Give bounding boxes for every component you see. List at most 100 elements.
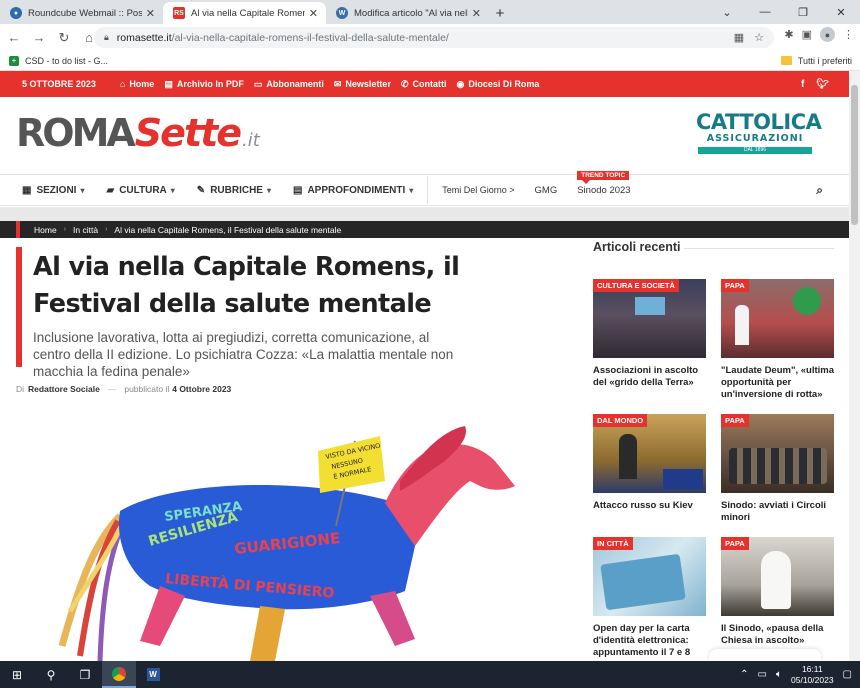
breadcrumb-current: Al via nella Capitale Romens, il Festiva…	[114, 224, 342, 235]
search-icon[interactable]: ⌕	[816, 183, 823, 198]
article-card-title[interactable]: Attacco russo su Kiev	[593, 500, 706, 512]
qr-code-icon[interactable]: ▦	[734, 31, 744, 44]
thumb-screen	[635, 297, 665, 315]
task-view-icon[interactable]: ❐	[68, 661, 102, 688]
article-card-title[interactable]: Open day per la carta d'identità elettro…	[593, 623, 706, 659]
close-window-button[interactable]: ✕	[822, 0, 860, 24]
title-accent-bar	[16, 247, 22, 367]
windows-taskbar: ⊞ ⚲ ❐ W ⌃ ▭ 🔈︎ 16:11 05/10/2023 ▢	[0, 661, 860, 688]
recent-article-card[interactable]: PAPA Sinodo: avviati i Circoli minori	[721, 414, 834, 524]
forward-icon[interactable]: →	[28, 27, 50, 49]
bookmark-star-icon[interactable]: ☆	[754, 31, 764, 44]
category-badge[interactable]: PAPA	[721, 279, 749, 292]
scrollbar-thumb[interactable]	[851, 85, 858, 225]
nav-item-sezioni[interactable]: ▦ SEZIONI ▾	[22, 185, 84, 196]
article-thumbnail[interactable]: PAPA	[721, 537, 834, 616]
taskbar-clock[interactable]: 16:11 05/10/2023	[791, 664, 834, 686]
windows-start-icon[interactable]: ⊞	[0, 661, 34, 688]
maximize-button[interactable]: ❐	[784, 0, 822, 24]
recent-article-card[interactable]: CULTURA E SOCIETÀ Associazioni in ascolt…	[593, 279, 706, 389]
category-badge[interactable]: IN CITTÀ	[593, 537, 633, 550]
minimize-button[interactable]: —	[746, 0, 784, 24]
recent-article-card[interactable]: PAPA Il Sinodo, «pausa della Chiesa in a…	[721, 537, 834, 647]
topbar-link-diocesi[interactable]: ◉ Diocesi Di Roma	[457, 79, 540, 90]
extensions-icon[interactable]: ✱	[784, 28, 793, 41]
article-thumbnail[interactable]: PAPA	[721, 414, 834, 493]
article-thumbnail[interactable]: PAPA	[721, 279, 834, 358]
bookmarks-bar: + CSD - to do list - G... Tutti i prefer…	[0, 51, 860, 71]
back-icon[interactable]: ←	[3, 27, 25, 49]
nav-topic-gmg[interactable]: GMG	[535, 185, 558, 196]
breadcrumb-in-citta[interactable]: In città	[73, 225, 98, 235]
close-tab-icon[interactable]: ✕	[472, 7, 481, 20]
globe-icon: ◉	[456, 78, 465, 89]
nav-temi-del-giorno[interactable]: Temi Del Giorno >	[442, 185, 514, 195]
topbar-link-home[interactable]: ⌂ Home	[120, 79, 154, 89]
article-card-title[interactable]: Associazioni in ascolto del «grido della…	[593, 365, 706, 389]
vertical-scrollbar[interactable]	[849, 71, 860, 661]
search-icon[interactable]: ⚲	[34, 661, 68, 688]
breadcrumb-home[interactable]: Home	[34, 225, 57, 235]
browser-tab-strip: ● Roundcube Webmail :: Posta in a ✕ RS A…	[0, 0, 860, 24]
category-badge[interactable]: CULTURA E SOCIETÀ	[593, 279, 679, 292]
all-bookmarks[interactable]: Tutti i preferiti	[780, 56, 852, 66]
lock-icon[interactable]: 🔒︎	[104, 32, 109, 43]
recent-article-card[interactable]: IN CITTÀ Open day per la carta d'identit…	[593, 537, 706, 659]
tab-roundcube[interactable]: ● Roundcube Webmail :: Posta in a ✕	[0, 2, 163, 24]
chrome-taskbar-icon[interactable]	[102, 661, 136, 688]
article-card-title[interactable]: Il Sinodo, «pausa della Chiesa in ascolt…	[721, 623, 834, 647]
close-tab-icon[interactable]: ✕	[309, 7, 318, 20]
side-panel-icon[interactable]: ▣	[802, 28, 812, 41]
recent-article-card[interactable]: PAPA "Laudate Deum", «ultima opportunità…	[721, 279, 834, 401]
tab-search-icon[interactable]: ⌄	[708, 0, 746, 24]
site-logo[interactable]: ROMA Sette .it	[16, 111, 260, 155]
recent-article-card[interactable]: DAL MONDO Attacco russo su Kiev	[593, 414, 706, 512]
category-badge[interactable]: PAPA	[721, 414, 749, 427]
address-bar[interactable]: 🔒︎ romasette.it/al-via-nella-capitale-ro…	[94, 27, 774, 48]
category-badge[interactable]: PAPA	[721, 537, 749, 550]
menu-kebab-icon[interactable]: ⋮	[843, 28, 854, 41]
chat-widget[interactable]	[709, 649, 821, 661]
new-tab-button[interactable]: +	[489, 2, 511, 24]
pdf-icon: ▤	[164, 78, 173, 89]
system-tray: ⌃ ▭ 🔈︎ 16:11 05/10/2023 ▢	[740, 664, 852, 686]
word-taskbar-icon[interactable]: W	[136, 661, 170, 688]
horse-leg	[370, 591, 415, 646]
nav-item-cultura[interactable]: ▰ CULTURA ▾	[106, 185, 174, 196]
bookmark-csd[interactable]: + CSD - to do list - G...	[9, 55, 109, 66]
nav-divider	[427, 176, 429, 204]
article-thumbnail[interactable]: CULTURA E SOCIETÀ	[593, 279, 706, 358]
reload-icon[interactable]: ↻	[53, 27, 75, 49]
author-link[interactable]: Redattore Sociale	[28, 384, 100, 394]
topbar-link-label: Abbonamenti	[266, 79, 324, 89]
topbar-link-archivio[interactable]: ▤ Archivio In PDF	[164, 79, 244, 90]
facebook-icon[interactable]: f	[801, 79, 804, 90]
nav-item-approfondimenti[interactable]: ▤ APPROFONDIMENTI ▾	[293, 185, 413, 196]
sponsor-logo[interactable]: CATTOLICA ASSICURAZIONI DAL 1896	[696, 111, 822, 154]
topbar-link-contatti[interactable]: ✆ Contatti	[401, 79, 447, 90]
article-byline: Di Redattore Sociale — pubblicato il 4 O…	[16, 384, 231, 394]
chevron-up-icon[interactable]: ⌃	[740, 669, 748, 680]
close-tab-icon[interactable]: ✕	[146, 7, 155, 20]
topbar-link-newsletter[interactable]: ✉ Newsletter	[334, 79, 391, 90]
topbar-link-abbonamenti[interactable]: ▭ Abbonamenti	[254, 79, 324, 90]
article-card-title[interactable]: "Laudate Deum", «ultima opportunità per …	[721, 365, 834, 401]
nav-topic-sinodo[interactable]: Sinodo 2023	[577, 185, 630, 196]
folder-icon	[780, 56, 792, 65]
tab-wordpress[interactable]: W Modifica articolo "Al via nella Ca ✕	[326, 2, 489, 24]
chevron-down-icon: ▾	[266, 185, 271, 195]
tab-romasette[interactable]: RS Al via nella Capitale Romens, il F ✕	[163, 2, 326, 24]
sidebar-title-rule	[684, 248, 834, 249]
nav-item-rubriche[interactable]: ✎ RUBRICHE ▾	[197, 185, 271, 196]
network-icon[interactable]: ▭	[758, 669, 767, 680]
category-badge[interactable]: DAL MONDO	[593, 414, 648, 427]
topbar-link-label: Contatti	[412, 79, 447, 89]
bookmark-label: CSD - to do list - G...	[25, 55, 109, 66]
notification-icon[interactable]: ▢	[843, 669, 852, 680]
volume-icon[interactable]: 🔈︎	[776, 669, 782, 680]
profile-avatar-icon[interactable]: ●	[820, 27, 835, 42]
article-thumbnail[interactable]: DAL MONDO	[593, 414, 706, 493]
article-card-title[interactable]: Sinodo: avviati i Circoli minori	[721, 500, 834, 524]
twitter-icon[interactable]: 🐦︎	[816, 79, 829, 90]
article-thumbnail[interactable]: IN CITTÀ	[593, 537, 706, 616]
